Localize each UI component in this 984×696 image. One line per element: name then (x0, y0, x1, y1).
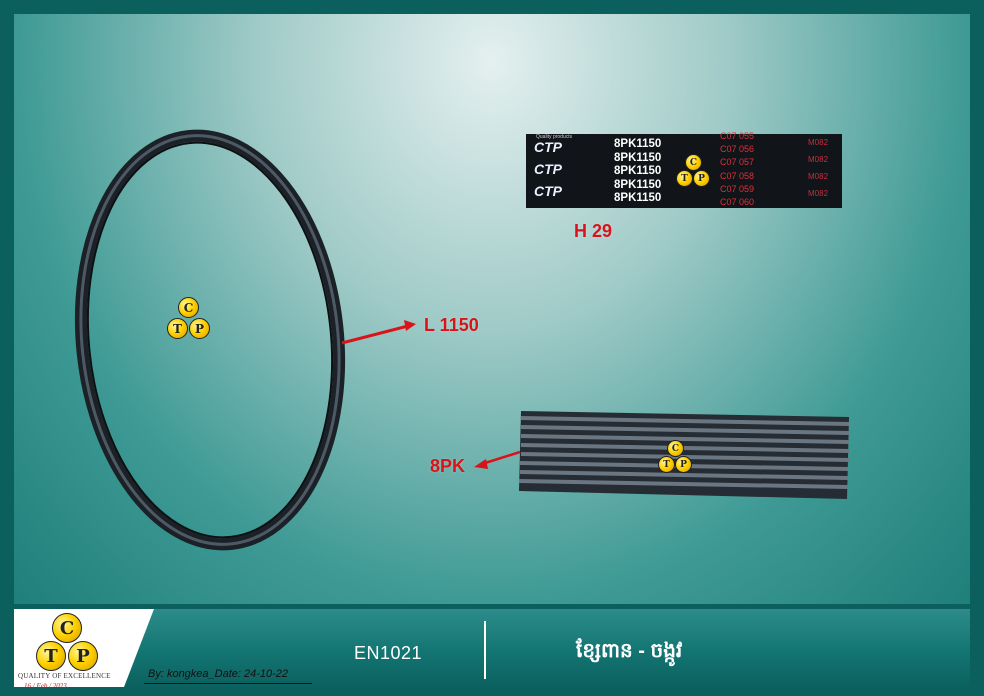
label-part-column: 8PK1150 8PK1150 8PK1150 8PK1150 8PK1150 (614, 138, 661, 206)
product-code: EN1021 (354, 643, 423, 663)
watermark-c: C (178, 297, 199, 318)
ctp-watermark: C T P (676, 154, 716, 188)
watermark-c: C (685, 154, 702, 171)
logo-p: P (68, 641, 98, 671)
batch-row: C07 058 (720, 170, 755, 181)
part-row: 8PK1150 (614, 138, 662, 150)
footer-bar: C T P QUALITY OF EXCELLENCE 16 / Feb / 2… (14, 609, 970, 690)
logo-c: C (52, 613, 82, 643)
ctp-watermark: C T P (166, 297, 214, 342)
watermark-t: T (676, 170, 693, 187)
watermark-t: T (167, 318, 188, 339)
batch-row: C07 057 (720, 157, 755, 168)
belt-loop-image (74, 129, 850, 551)
brand-tagline: Quality products (536, 134, 573, 140)
length-arrow-head (404, 320, 416, 331)
brand-mark: CTP (534, 161, 562, 177)
length-arrow (341, 324, 409, 345)
batch-row: C07 060 (720, 197, 755, 208)
quality-slogan: QUALITY OF EXCELLENCE (18, 672, 111, 680)
ribs-callout: 8PK (430, 456, 466, 476)
ribs-arrow-head (474, 459, 488, 469)
date-stamp: 16 / Feb / 2023 (24, 682, 67, 690)
length-callout: L 1150 (424, 315, 479, 335)
brand-mark: CTP (534, 183, 562, 199)
logo-t: T (36, 641, 66, 671)
model-row: M082 (808, 155, 829, 164)
author-underline (144, 683, 312, 684)
watermark-t: T (658, 456, 675, 473)
model-row: M082 (808, 138, 829, 147)
footer-divider (484, 621, 486, 679)
watermark-c: C (667, 440, 684, 457)
product-name: ខ្សែពាន - ចង្កូវ (576, 640, 683, 662)
page-frame: 8PK1150 8PK1150 8PK1150 8PK1150 8PK1150 … (0, 0, 984, 696)
watermark-p: P (675, 456, 692, 473)
ribs-arrow (481, 450, 521, 466)
watermark-p: P (189, 318, 210, 339)
part-row: 8PK1150 (614, 178, 662, 191)
model-row: M082 (808, 189, 829, 198)
label-model-column: M082 M082 M082 M082 (808, 134, 828, 202)
batch-row: C07 059 (720, 183, 755, 194)
label-batch-column: C07 055 C07 056 C07 057 C07 058 C07 059 … (720, 130, 754, 209)
label-brand-column: CTP CTP CTP (534, 136, 562, 202)
ctp-watermark: C T P (658, 440, 698, 474)
part-row: 8PK1150 (614, 151, 662, 164)
author-date: By: kongkea_Date: 24-10-22 (148, 668, 289, 680)
height-callout: H 29 (574, 221, 613, 241)
part-row: 8PK1150 (614, 165, 662, 178)
batch-row: C07 056 (720, 144, 755, 155)
batch-row: C07 055 (720, 131, 755, 141)
part-row: 8PK1150 (614, 192, 662, 205)
company-logo: C T P QUALITY OF EXCELLENCE 16 / Feb / 2… (14, 609, 124, 690)
model-row: M082 (808, 172, 829, 181)
watermark-p: P (693, 170, 710, 187)
